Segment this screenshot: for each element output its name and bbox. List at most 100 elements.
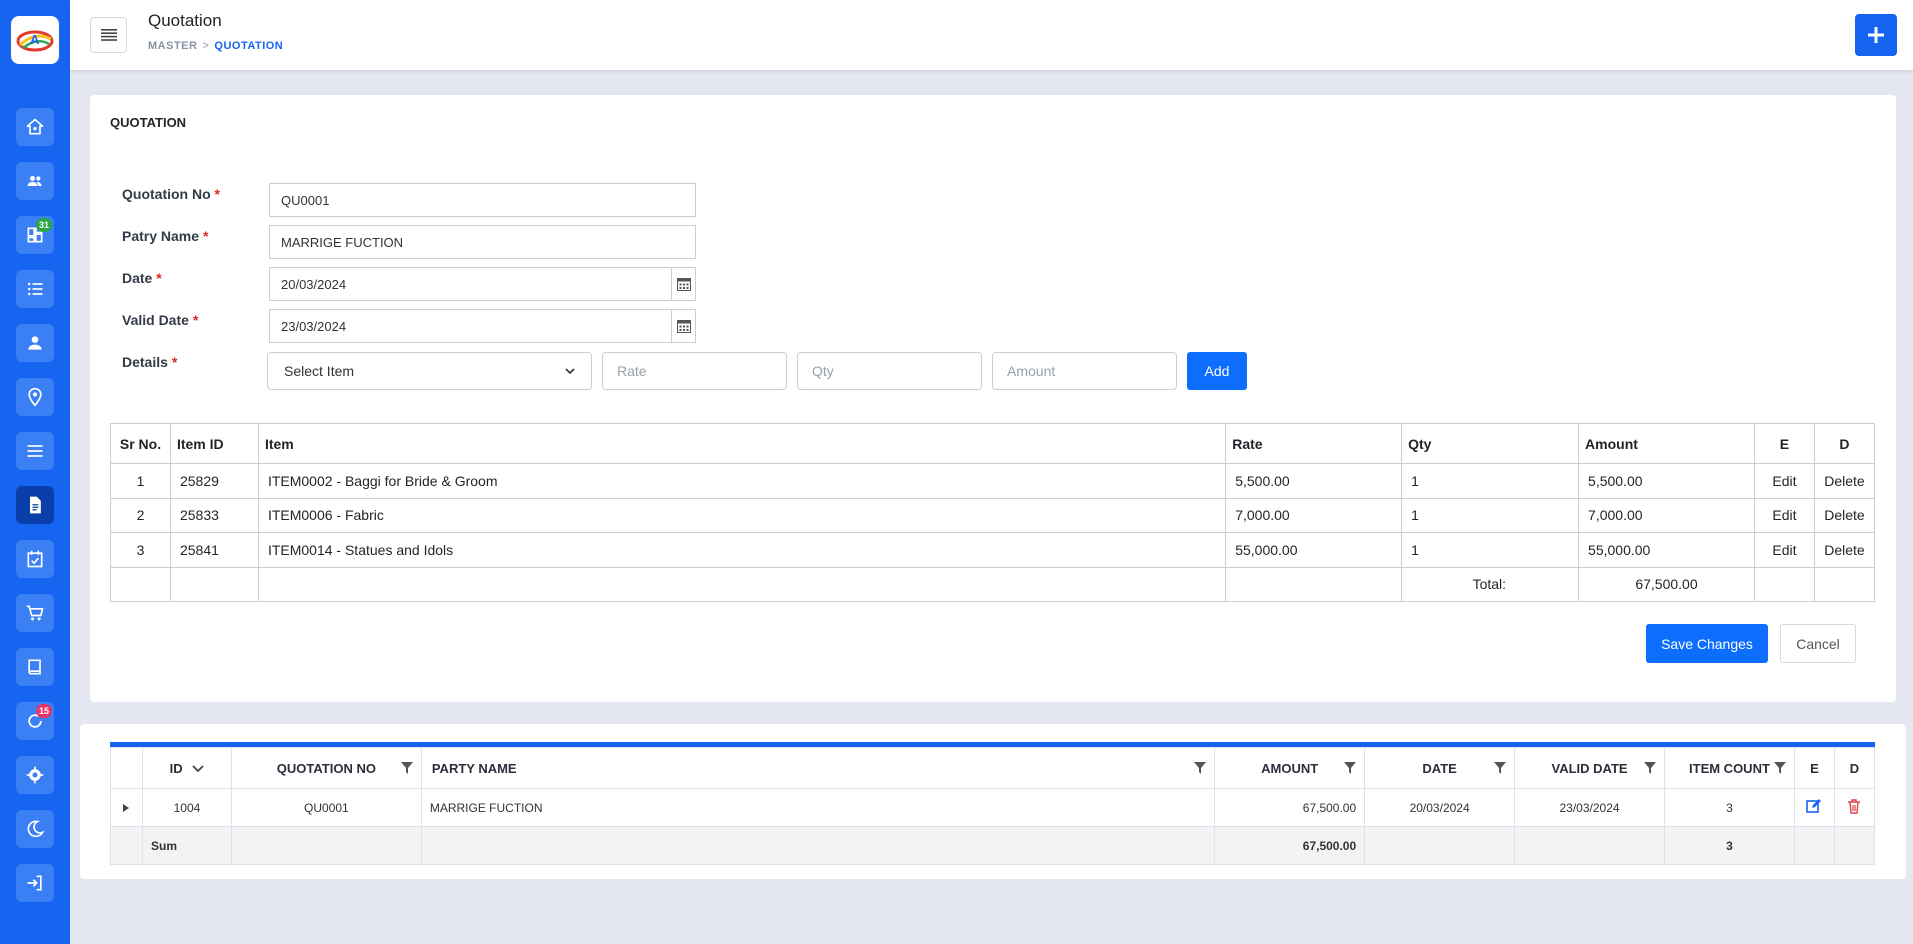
grid-sum-row: Sum 67,500.00 3 bbox=[110, 826, 1876, 865]
empty-cell bbox=[1225, 566, 1403, 602]
col-amount-label: AMOUNT bbox=[1261, 760, 1319, 776]
add-new-button[interactable] bbox=[1855, 14, 1897, 56]
quotation-form-card: QUOTATION Quotation No * QU0001 Patry Na… bbox=[90, 95, 1896, 702]
nav-dashboard[interactable]: 31 bbox=[16, 216, 54, 254]
cell-rate: 55,000.00 bbox=[1225, 532, 1403, 568]
filter-icon[interactable] bbox=[1644, 762, 1656, 774]
items-header-row: Sr No. Item ID Item Rate Qty Amount E D bbox=[110, 423, 1876, 464]
nav-book[interactable] bbox=[16, 648, 54, 686]
plus-icon bbox=[1868, 27, 1884, 43]
col-item-count[interactable]: ITEM COUNT bbox=[1664, 747, 1795, 789]
cell-item-id: 25829 bbox=[169, 463, 259, 499]
cell-amount: 67,500.00 bbox=[1214, 788, 1366, 827]
delete-link[interactable]: Delete bbox=[1813, 497, 1876, 533]
sidebar: A 31 15 bbox=[0, 0, 70, 944]
delete-link[interactable]: Delete bbox=[1813, 463, 1876, 499]
cell-sr: 2 bbox=[110, 497, 171, 533]
edit-link[interactable]: Edit bbox=[1753, 463, 1815, 499]
menu-lines-icon bbox=[27, 445, 43, 457]
calendar-icon bbox=[676, 278, 691, 291]
cell-quotation-no: QU0001 bbox=[230, 788, 422, 827]
date-calendar-button[interactable] bbox=[671, 268, 695, 300]
calendar-icon bbox=[676, 320, 691, 333]
cancel-button[interactable]: Cancel bbox=[1780, 624, 1856, 663]
caret-right-icon bbox=[123, 803, 130, 812]
valid-date-calendar-button[interactable] bbox=[671, 310, 695, 342]
col-date[interactable]: DATE bbox=[1364, 747, 1516, 789]
col-quotation-no[interactable]: QUOTATION NO bbox=[230, 747, 422, 789]
filter-icon[interactable] bbox=[1344, 762, 1357, 774]
grid-delete-button[interactable] bbox=[1833, 788, 1876, 827]
cell-valid-date: 23/03/2024 bbox=[1514, 788, 1665, 827]
quotation-no-input[interactable]: QU0001 bbox=[269, 183, 696, 217]
delete-link[interactable]: Delete bbox=[1813, 532, 1876, 568]
empty-cell bbox=[1813, 566, 1876, 602]
empty-cell bbox=[110, 826, 143, 865]
edit-link[interactable]: Edit bbox=[1753, 532, 1815, 568]
nav-menu[interactable] bbox=[16, 432, 54, 470]
details-label: Details * bbox=[122, 354, 177, 370]
col-quotation-no-label: QUOTATION NO bbox=[276, 760, 376, 776]
total-value: 67,500.00 bbox=[1578, 566, 1755, 602]
rate-input[interactable]: Rate bbox=[602, 352, 787, 390]
app-logo[interactable]: A bbox=[11, 16, 59, 64]
row-expand-button[interactable] bbox=[110, 788, 143, 827]
home-icon bbox=[26, 118, 44, 135]
nav-logout[interactable] bbox=[16, 864, 54, 902]
filter-icon[interactable] bbox=[400, 762, 413, 774]
nav-quotation[interactable] bbox=[16, 486, 54, 524]
nav-location[interactable] bbox=[16, 378, 54, 416]
col-valid-date[interactable]: VALID DATE bbox=[1514, 747, 1665, 789]
nav-refresh[interactable]: 15 bbox=[16, 702, 54, 740]
logout-icon bbox=[27, 875, 42, 891]
nav-user[interactable] bbox=[16, 324, 54, 362]
refresh-badge: 15 bbox=[35, 704, 52, 718]
col-qty: Qty bbox=[1401, 423, 1580, 464]
cell-sr: 3 bbox=[110, 532, 171, 568]
cart-icon bbox=[26, 605, 44, 621]
filter-icon[interactable] bbox=[1194, 762, 1207, 774]
date-input[interactable]: 20/03/2024 bbox=[269, 267, 696, 301]
page-title: Quotation bbox=[148, 11, 222, 30]
empty-cell bbox=[1833, 826, 1876, 865]
cell-rate: 7,000.00 bbox=[1225, 497, 1403, 533]
date-label: Date * bbox=[122, 270, 162, 286]
dashboard-badge: 31 bbox=[35, 218, 52, 232]
date-label-text: Date bbox=[122, 270, 153, 286]
save-changes-button[interactable]: Save Changes bbox=[1646, 624, 1768, 663]
nav-list[interactable] bbox=[16, 270, 54, 308]
nav-theme[interactable] bbox=[16, 810, 54, 848]
filter-icon[interactable] bbox=[1773, 762, 1786, 774]
col-id[interactable]: ID bbox=[141, 747, 232, 789]
col-amount[interactable]: AMOUNT bbox=[1214, 747, 1366, 789]
nav-cart[interactable] bbox=[16, 594, 54, 632]
required-mark: * bbox=[171, 354, 178, 370]
breadcrumb-master[interactable]: MASTER bbox=[148, 40, 197, 52]
nav-tasks[interactable] bbox=[16, 540, 54, 578]
select-item-value: Select Item bbox=[284, 363, 355, 379]
nav-home[interactable] bbox=[16, 108, 54, 146]
cell-party-name: MARRIGE FUCTION bbox=[420, 788, 1216, 827]
grid-edit-button[interactable] bbox=[1793, 788, 1835, 827]
select-item-dropdown[interactable]: Select Item bbox=[267, 352, 592, 390]
empty-cell bbox=[169, 566, 259, 602]
gear-icon bbox=[26, 766, 44, 784]
col-sr-no: Sr No. bbox=[110, 423, 171, 464]
nav-users[interactable] bbox=[16, 162, 54, 200]
edit-link[interactable]: Edit bbox=[1753, 497, 1815, 533]
nav-settings[interactable] bbox=[16, 756, 54, 794]
col-party-name[interactable]: PARTY NAME bbox=[420, 747, 1216, 789]
location-icon bbox=[28, 387, 42, 407]
add-item-button[interactable]: Add bbox=[1187, 352, 1247, 390]
party-name-input[interactable]: MARRIGE FUCTION bbox=[269, 225, 696, 259]
quotation-no-label: Quotation No * bbox=[122, 186, 220, 202]
cell-item: ITEM0002 - Baggi for Bride & Groom bbox=[257, 463, 1227, 499]
cell-item: ITEM0006 - Fabric bbox=[257, 497, 1227, 533]
amount-input[interactable]: Amount bbox=[992, 352, 1177, 390]
cell-date: 20/03/2024 bbox=[1364, 788, 1516, 827]
qty-input[interactable]: Qty bbox=[797, 352, 982, 390]
filter-icon[interactable] bbox=[1494, 762, 1507, 774]
valid-date-input[interactable]: 23/03/2024 bbox=[269, 309, 696, 343]
menu-toggle-button[interactable] bbox=[90, 17, 127, 53]
table-row: 2 25833 ITEM0006 - Fabric 7,000.00 1 7,0… bbox=[110, 497, 1876, 533]
